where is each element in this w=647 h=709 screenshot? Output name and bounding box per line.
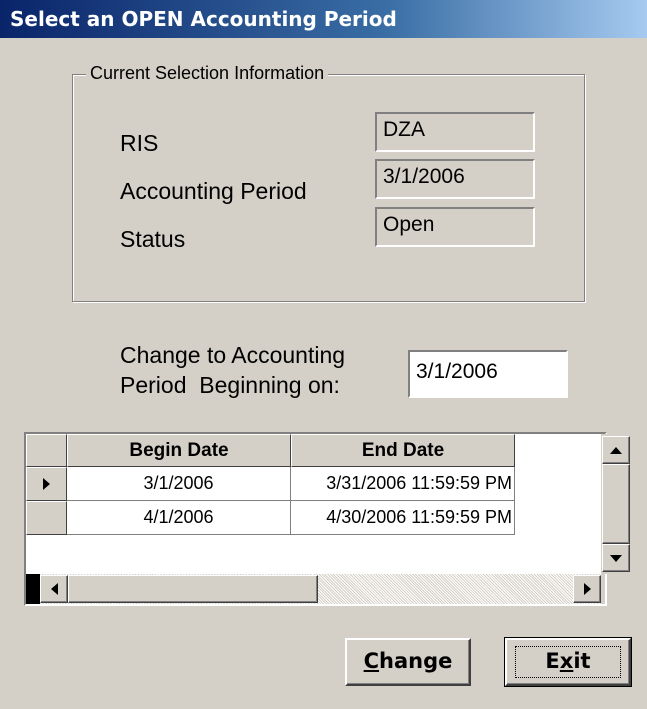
ris-label: RIS (120, 130, 159, 156)
arrow-down-icon (610, 554, 622, 562)
cell-begin-date[interactable]: 4/1/2006 (67, 501, 291, 535)
row-selector-2[interactable] (26, 501, 67, 535)
accounting-period-label: Accounting Period (120, 178, 307, 204)
focus-rectangle (515, 646, 621, 678)
vertical-scrollbar[interactable] (601, 434, 631, 574)
change-period-label: Change to Accounting Period Beginning on… (120, 340, 345, 400)
current-row-indicator-icon (43, 478, 50, 490)
status-field: Open (375, 207, 535, 247)
window-title: Select an OPEN Accounting Period (0, 0, 647, 38)
group-legend: Current Selection Information (86, 63, 329, 84)
scrollbar-left-marker (26, 574, 40, 604)
change-period-input[interactable]: 3/1/2006 (408, 350, 568, 398)
horizontal-scroll-thumb[interactable] (68, 575, 318, 603)
status-label: Status (120, 226, 186, 252)
arrow-left-icon (50, 583, 58, 595)
ris-field: DZA (375, 112, 535, 152)
scroll-left-button[interactable] (40, 575, 68, 603)
column-header-begin-date[interactable]: Begin Date (67, 434, 291, 467)
change-button[interactable]: Change (345, 638, 471, 686)
vertical-scroll-thumb[interactable] (602, 464, 630, 544)
dialog-window: Select an OPEN Accounting Period Current… (0, 0, 647, 709)
scrollbar-corner (601, 574, 605, 604)
grid-corner-header (26, 434, 67, 467)
scroll-down-button[interactable] (602, 544, 630, 572)
row-selector-1[interactable] (26, 467, 67, 501)
change-period-label-line1: Change to Accounting (120, 342, 346, 368)
horizontal-scrollbar[interactable] (40, 574, 601, 604)
arrow-right-icon (583, 583, 591, 595)
cell-end-date[interactable]: 3/31/2006 11:59:59 PM (291, 467, 515, 501)
cell-end-date[interactable]: 4/30/2006 11:59:59 PM (291, 501, 515, 535)
arrow-up-icon (610, 446, 622, 454)
change-period-label-line2: Period Beginning on: (120, 372, 340, 398)
change-button-label: Change (363, 649, 453, 673)
scroll-up-button[interactable] (602, 436, 630, 464)
column-header-end-date[interactable]: End Date (291, 434, 515, 467)
period-grid: Begin Date End Date 3/1/2006 3/31/2006 1… (24, 432, 631, 606)
accounting-period-field: 3/1/2006 (375, 159, 535, 199)
cell-begin-date[interactable]: 3/1/2006 (67, 467, 291, 501)
exit-button[interactable]: Exit (504, 637, 632, 687)
scroll-right-button[interactable] (573, 575, 601, 603)
